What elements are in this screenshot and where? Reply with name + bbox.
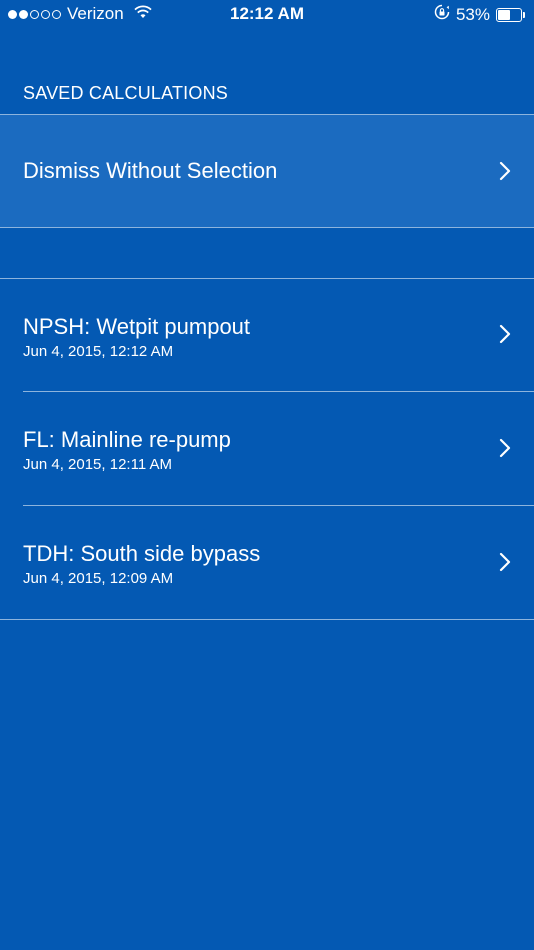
dismiss-without-selection-button[interactable]: Dismiss Without Selection (0, 115, 534, 227)
saved-calculation-item[interactable]: TDH: South side bypass Jun 4, 2015, 12:0… (0, 506, 534, 619)
calculation-title: FL: Mainline re-pump (23, 427, 231, 452)
battery-tip (523, 11, 525, 18)
chevron-right-icon (499, 438, 511, 458)
section-header: SAVED CALCULATIONS (23, 83, 228, 103)
battery-fill (498, 9, 510, 20)
battery-percent: 53% (455, 4, 490, 24)
calculation-title: NPSH: Wetpit pumpout (23, 314, 251, 339)
calculation-title: TDH: South side bypass (23, 541, 261, 566)
saved-calculation-item[interactable]: FL: Mainline re-pump Jun 4, 2015, 12:11 … (0, 392, 534, 505)
dismiss-label: Dismiss Without Selection (23, 158, 278, 183)
rotation-lock-icon (434, 4, 450, 25)
saved-calculation-item[interactable]: NPSH: Wetpit pumpout Jun 4, 2015, 12:12 … (0, 279, 534, 392)
battery-icon (496, 7, 526, 22)
chevron-right-icon (499, 161, 511, 181)
status-bar-right: 53% (434, 4, 526, 25)
calculation-date: Jun 4, 2015, 12:11 AM (23, 456, 172, 473)
chevron-right-icon (499, 324, 511, 344)
divider (0, 619, 534, 620)
divider (0, 227, 534, 228)
status-bar: Verizon 12:12 AM 53% (0, 0, 534, 30)
calculation-date: Jun 4, 2015, 12:12 AM (23, 343, 174, 360)
chevron-right-icon (499, 552, 511, 572)
calculation-date: Jun 4, 2015, 12:09 AM (23, 570, 174, 587)
